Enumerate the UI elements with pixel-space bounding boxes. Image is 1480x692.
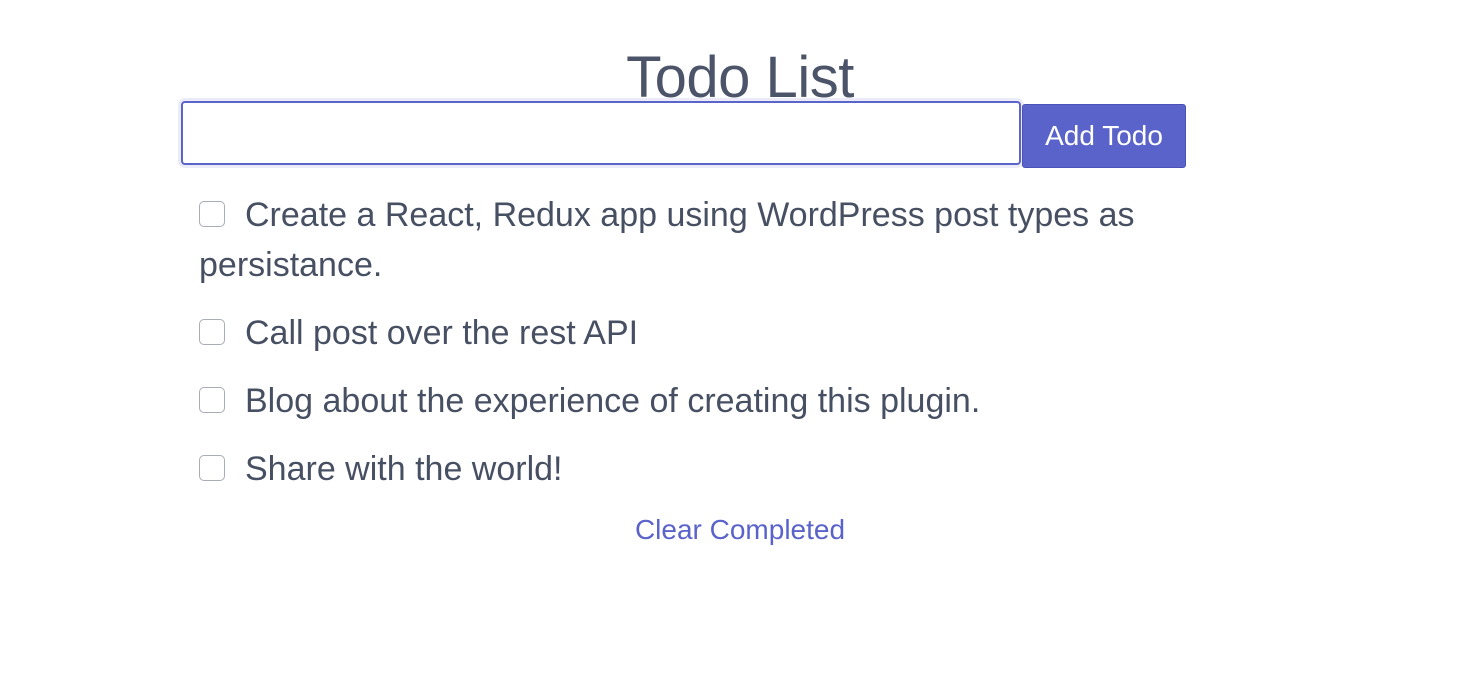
todo-item: Create a React, Redux app using WordPres… [199,190,1259,290]
todo-item-label: Create a React, Redux app using WordPres… [199,196,1135,284]
todo-item: Call post over the rest API [199,308,1259,358]
add-todo-button[interactable]: Add Todo [1022,104,1186,168]
todo-checkbox[interactable] [199,455,225,482]
todo-list: Create a React, Redux app using WordPres… [199,190,1259,512]
clear-completed-link[interactable]: Clear Completed [635,514,845,545]
todo-checkbox[interactable] [199,201,225,228]
add-todo-form: Add Todo [181,101,1187,168]
todo-item-label: Blog about the experience of creating th… [245,382,981,420]
todo-item-label: Share with the world! [245,450,563,488]
todo-checkbox[interactable] [199,387,225,414]
todo-item: Blog about the experience of creating th… [199,376,1259,426]
footer: Clear Completed [0,510,1480,550]
todo-app: Todo List Add Todo Create a React, Redux… [0,0,1480,692]
todo-item: Share with the world! [199,444,1259,494]
todo-checkbox[interactable] [199,319,225,346]
todo-input[interactable] [181,101,1021,165]
todo-item-label: Call post over the rest API [245,314,639,352]
